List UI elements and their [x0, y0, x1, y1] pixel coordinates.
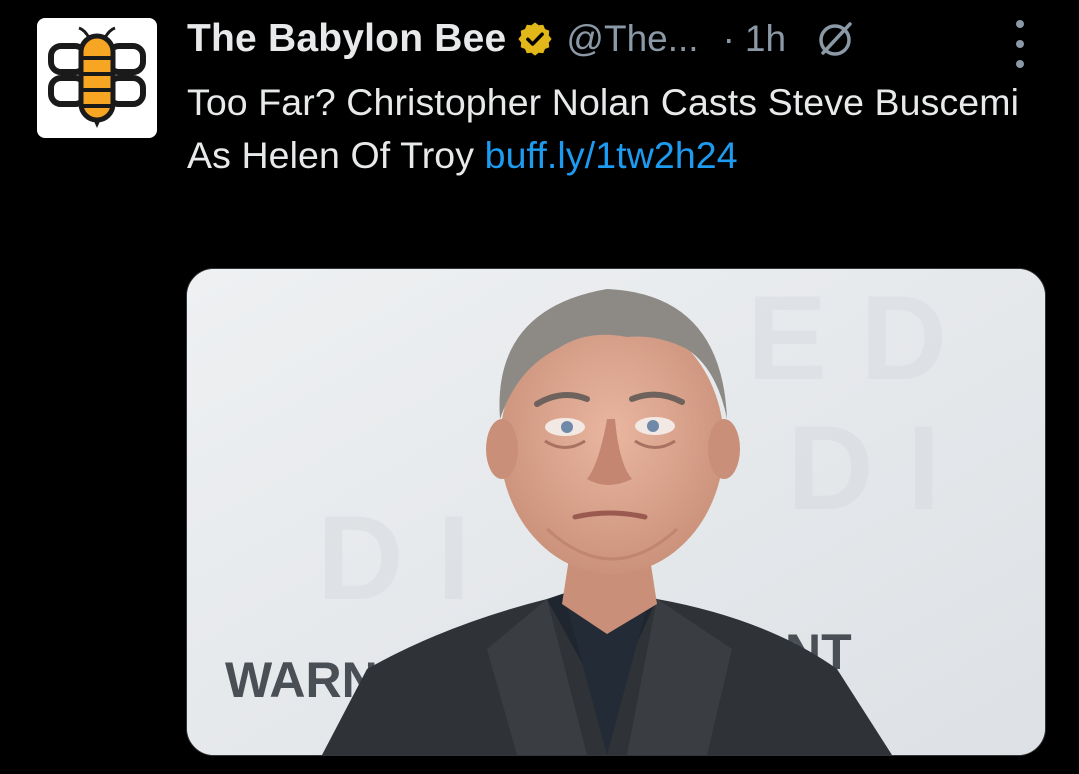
- tweet-text: Too Far? Christopher Nolan Casts Steve B…: [187, 76, 1037, 182]
- tweet[interactable]: The Babylon Bee @The... · 1h Too Far? Ch…: [0, 0, 1079, 774]
- avatar[interactable]: [37, 18, 157, 138]
- verified-badge-icon[interactable]: [516, 20, 554, 58]
- tweet-link[interactable]: buff.ly/1tw2h24: [485, 134, 738, 176]
- svg-text:D I: D I: [787, 401, 940, 535]
- tweet-media-image[interactable]: E D D I D I WARNE NT: [186, 268, 1046, 756]
- header-separator: ·: [722, 18, 735, 59]
- svg-text:D I: D I: [317, 491, 470, 625]
- author-display-name[interactable]: The Babylon Bee: [187, 17, 506, 61]
- tweet-timestamp[interactable]: 1h: [745, 18, 786, 60]
- grok-icon[interactable]: [814, 17, 858, 61]
- author-handle[interactable]: @The...: [566, 18, 698, 60]
- svg-text:E D: E D: [747, 271, 947, 405]
- babylon-bee-logo-icon: [48, 26, 146, 128]
- more-options-icon[interactable]: [1002, 20, 1038, 68]
- tweet-header: The Babylon Bee @The... · 1h: [187, 10, 858, 68]
